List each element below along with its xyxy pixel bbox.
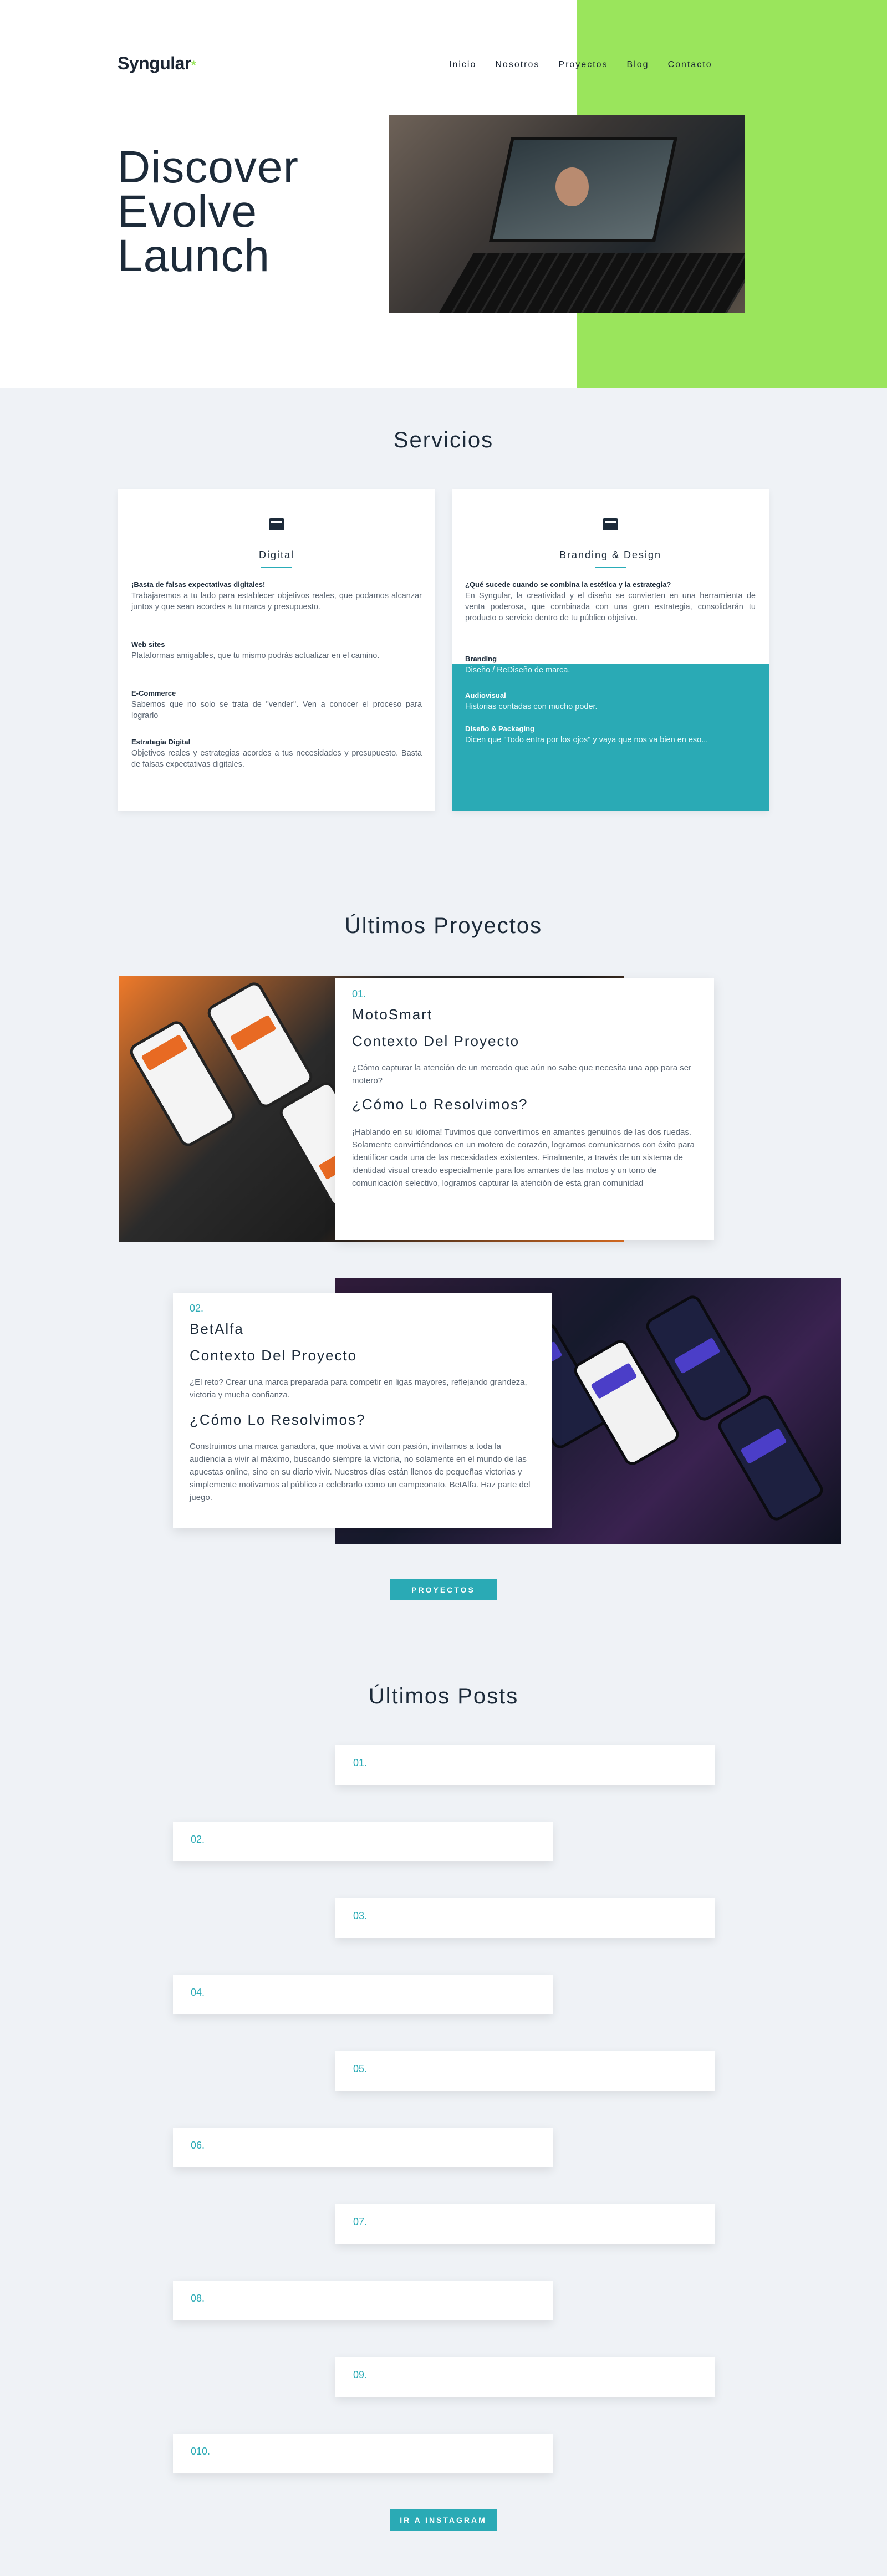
post-number: 09. bbox=[353, 2369, 368, 2380]
service-item-heading: E-Commerce bbox=[131, 689, 176, 697]
post-item[interactable]: 06. bbox=[173, 2128, 553, 2167]
post-number: 06. bbox=[191, 2140, 205, 2151]
service-item: Diseño & Packaging Dicen que "Todo entra… bbox=[465, 723, 756, 746]
instagram-button[interactable]: IR A INSTAGRAM bbox=[390, 2509, 497, 2531]
post-item[interactable]: 03. bbox=[335, 1898, 715, 1938]
project-context-text: ¿Cómo capturar la atención de un mercado… bbox=[352, 1063, 692, 1085]
service-item-text: Historias contadas con mucho poder. bbox=[465, 702, 598, 711]
service-item-heading: Diseño & Packaging bbox=[465, 725, 534, 733]
laptop-keyboard bbox=[438, 253, 745, 313]
phone-mockup bbox=[715, 1392, 827, 1524]
project-card-betalfa: 02. BetAlfa Contexto Del Proyecto ¿El re… bbox=[173, 1293, 552, 1528]
post-number: 010. bbox=[191, 2446, 211, 2457]
project-name[interactable]: MotoSmart bbox=[352, 1006, 432, 1023]
main-nav: Inicio Nosotros Proyectos Blog Contacto bbox=[449, 60, 712, 70]
project-solve-text: Construimos una marca ganadora, que moti… bbox=[190, 1442, 531, 1502]
project-context-title: Contexto Del Proyecto bbox=[352, 1033, 520, 1049]
post-number: 04. bbox=[191, 1987, 205, 1998]
projects-title: Últimos Proyectos bbox=[344, 914, 543, 938]
project-solve-text: ¡Hablando en su idioma! Tuvimos que conv… bbox=[352, 1128, 695, 1188]
project-solve-title: ¿Cómo Lo Resolvimos? bbox=[352, 1096, 528, 1113]
service-intro-text: En Syngular, la creatividad y el diseño … bbox=[465, 591, 756, 623]
service-item-heading: Estrategia Digital bbox=[131, 738, 191, 746]
project-card-motosmart: 01. MotoSmart Contexto Del Proyecto ¿Cóm… bbox=[335, 978, 714, 1240]
project-number: 02. bbox=[190, 1303, 204, 1314]
project-number: 01. bbox=[352, 988, 366, 999]
hero-line-evolve: Evolve bbox=[118, 186, 258, 237]
service-item-heading: ¡Basta de falsas expectativas digitales! bbox=[131, 580, 266, 589]
post-item[interactable]: 01. bbox=[335, 1745, 715, 1785]
service-item: ¡Basta de falsas expectativas digitales!… bbox=[131, 579, 422, 613]
service-card-digital: Digital ¡Basta de falsas expectativas di… bbox=[118, 489, 435, 811]
post-item[interactable]: 07. bbox=[335, 2204, 715, 2244]
nav-item-inicio[interactable]: Inicio bbox=[449, 60, 476, 70]
post-number: 03. bbox=[353, 1910, 368, 1921]
service-item-heading: Audiovisual bbox=[465, 691, 506, 700]
service-item-text: Sabemos que no solo se trata de "vender"… bbox=[131, 700, 422, 720]
post-number: 01. bbox=[353, 1757, 368, 1768]
title-underline bbox=[261, 567, 292, 568]
service-item: Branding Diseño / ReDiseño de marca. bbox=[465, 654, 756, 676]
project-context-title: Contexto Del Proyecto bbox=[190, 1347, 358, 1364]
nav-item-blog[interactable]: Blog bbox=[627, 60, 649, 70]
post-item[interactable]: 05. bbox=[335, 2051, 715, 2091]
post-number: 07. bbox=[353, 2216, 368, 2227]
project-solve-title: ¿Cómo Lo Resolvimos? bbox=[190, 1411, 366, 1428]
service-intro-heading: ¿Qué sucede cuando se combina la estétic… bbox=[465, 580, 671, 589]
post-item[interactable]: 04. bbox=[173, 1975, 553, 2014]
nav-item-nosotros[interactable]: Nosotros bbox=[495, 60, 539, 70]
post-item[interactable]: 010. bbox=[173, 2434, 553, 2473]
service-card-title: Branding & Design bbox=[559, 549, 662, 560]
service-item-text: Diseño / ReDiseño de marca. bbox=[465, 666, 570, 675]
title-underline bbox=[595, 567, 626, 568]
post-item[interactable]: 08. bbox=[173, 2281, 553, 2320]
nav-item-proyectos[interactable]: Proyectos bbox=[558, 60, 608, 70]
hero-line-discover: Discover bbox=[118, 142, 299, 192]
project-context-text: ¿El reto? Crear una marca preparada para… bbox=[190, 1378, 527, 1400]
logo-mark: * bbox=[191, 58, 196, 72]
logo[interactable]: Syngular* bbox=[118, 53, 196, 74]
post-number: 02. bbox=[191, 1834, 205, 1845]
service-intro: ¿Qué sucede cuando se combina la estétic… bbox=[465, 579, 756, 624]
browser-window-icon bbox=[269, 518, 284, 530]
service-item-text: Plataformas amigables, que tu mismo podr… bbox=[131, 651, 380, 660]
video-call-face bbox=[555, 167, 589, 206]
service-item-heading: Branding bbox=[465, 655, 497, 663]
service-item-text: Objetivos reales y estrategias acordes a… bbox=[131, 749, 422, 769]
services-title: Servicios bbox=[393, 428, 494, 452]
project-name[interactable]: BetAlfa bbox=[190, 1320, 244, 1338]
service-item: Web sites Plataformas amigables, que tu … bbox=[131, 639, 422, 661]
posts-title: Últimos Posts bbox=[368, 1684, 519, 1708]
service-item: Audiovisual Historias contadas con mucho… bbox=[465, 690, 756, 712]
service-item: E-Commerce Sabemos que no solo se trata … bbox=[131, 688, 422, 721]
hero-line-launch: Launch bbox=[118, 231, 271, 281]
post-number: 05. bbox=[353, 2063, 368, 2074]
service-card-branding: Branding & Design ¿Qué sucede cuando se … bbox=[452, 489, 769, 811]
window-layout-icon bbox=[603, 518, 618, 530]
post-item[interactable]: 02. bbox=[173, 1822, 553, 1861]
service-item-heading: Web sites bbox=[131, 640, 165, 649]
post-number: 08. bbox=[191, 2293, 205, 2304]
hero-photo bbox=[389, 115, 745, 313]
hero-title: Discover Evolve Launch bbox=[118, 142, 299, 281]
post-item[interactable]: 09. bbox=[335, 2357, 715, 2397]
service-item-text: Dicen que "Todo entra por los ojos" y va… bbox=[465, 736, 708, 744]
nav-item-contacto[interactable]: Contacto bbox=[668, 60, 712, 70]
service-item: Estrategia Digital Objetivos reales y es… bbox=[131, 737, 422, 770]
service-item-text: Trabajaremos a tu lado para establecer o… bbox=[131, 591, 422, 611]
service-card-title: Digital bbox=[258, 549, 295, 560]
projects-button[interactable]: PROYECTOS bbox=[390, 1579, 497, 1600]
